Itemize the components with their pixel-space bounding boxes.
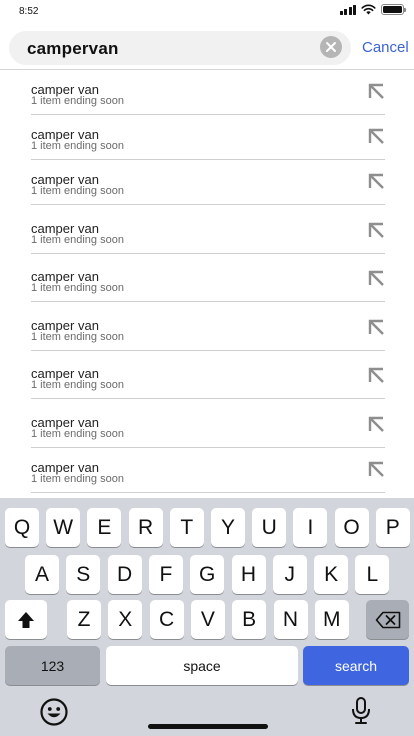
suggestion-list: camper van 1 item ending soon camper van 1 … xyxy=(0,70,414,498)
key-a[interactable]: A xyxy=(25,555,59,594)
shift-key[interactable] xyxy=(5,600,47,639)
status-time: 8:52 xyxy=(19,6,39,17)
key-z[interactable]: Z xyxy=(67,600,101,639)
battery-icon xyxy=(381,4,406,15)
fill-query-arrow-icon[interactable] xyxy=(367,415,385,433)
key-n[interactable]: N xyxy=(273,600,308,639)
key-e[interactable]: E xyxy=(87,508,122,547)
suggestion-subtitle: 1 item ending soon xyxy=(31,473,124,485)
suggestion-subtitle: 1 item ending soon xyxy=(31,379,124,391)
key-u[interactable]: U xyxy=(252,508,287,547)
key-k[interactable]: K xyxy=(314,555,349,594)
emoji-icon[interactable] xyxy=(40,698,68,726)
screen: 8:52 campervan Cancel camper van 1 item e… xyxy=(0,0,414,736)
key-d[interactable]: D xyxy=(107,555,142,594)
space-key[interactable]: space xyxy=(106,646,298,685)
key-c[interactable]: C xyxy=(149,600,184,639)
key-o[interactable]: O xyxy=(334,508,369,547)
key-v[interactable]: V xyxy=(190,600,225,639)
search-input[interactable]: campervan xyxy=(9,31,351,65)
numbers-key[interactable]: 123 xyxy=(5,646,100,685)
key-p[interactable]: P xyxy=(375,508,410,547)
fill-query-arrow-icon[interactable] xyxy=(367,127,385,145)
suggestion-item[interactable]: camper van 1 item ending soon xyxy=(31,269,385,302)
key-t[interactable]: T xyxy=(169,508,204,547)
suggestion-subtitle: 1 item ending soon xyxy=(31,140,124,152)
shift-icon xyxy=(18,611,34,628)
fill-query-arrow-icon[interactable] xyxy=(367,82,385,100)
backspace-icon xyxy=(375,611,400,628)
suggestion-item[interactable]: camper van 1 item ending soon xyxy=(31,221,385,254)
suggestion-item[interactable]: camper van 1 item ending soon xyxy=(31,82,385,115)
key-g[interactable]: G xyxy=(190,555,225,594)
wifi-icon xyxy=(361,4,376,15)
suggestion-item[interactable]: camper van 1 item ending soon xyxy=(31,172,385,205)
status-icons xyxy=(339,4,406,15)
key-q[interactable]: Q xyxy=(5,508,39,547)
clear-search-button[interactable] xyxy=(320,36,342,58)
key-m[interactable]: M xyxy=(314,600,349,639)
status-bar: 8:52 xyxy=(0,0,414,24)
key-h[interactable]: H xyxy=(231,555,266,594)
suggestion-item[interactable]: camper van 1 item ending soon xyxy=(31,415,385,448)
suggestion-item[interactable]: camper van 1 item ending soon xyxy=(31,318,385,351)
home-indicator xyxy=(148,724,268,729)
search-bar: campervan xyxy=(0,28,414,68)
cellular-signal-icon xyxy=(339,4,356,15)
cancel-button[interactable]: Cancel xyxy=(362,39,409,56)
suggestion-subtitle: 1 item ending soon xyxy=(31,331,124,343)
delete-key[interactable] xyxy=(366,600,409,639)
close-icon xyxy=(326,42,336,52)
fill-query-arrow-icon[interactable] xyxy=(367,460,385,478)
suggestion-subtitle: 1 item ending soon xyxy=(31,282,124,294)
key-s[interactable]: S xyxy=(66,555,101,594)
key-b[interactable]: B xyxy=(232,600,267,639)
suggestion-item[interactable]: camper van 1 item ending soon xyxy=(31,460,385,493)
suggestion-subtitle: 1 item ending soon xyxy=(31,95,124,107)
key-x[interactable]: X xyxy=(108,600,143,639)
key-i[interactable]: I xyxy=(293,508,328,547)
suggestion-item[interactable]: camper van 1 item ending soon xyxy=(31,127,385,160)
key-l[interactable]: L xyxy=(355,555,390,594)
fill-query-arrow-icon[interactable] xyxy=(367,366,385,384)
suggestion-subtitle: 1 item ending soon xyxy=(31,185,124,197)
fill-query-arrow-icon[interactable] xyxy=(367,221,385,239)
fill-query-arrow-icon[interactable] xyxy=(367,172,385,190)
microphone-icon[interactable] xyxy=(351,697,371,725)
keyboard: Q W E R T Y U I O P A S D F G H J K L Z X C V B N M 123 space search xyxy=(0,498,414,736)
search-query-text: campervan xyxy=(27,39,119,58)
suggestion-subtitle: 1 item ending soon xyxy=(31,234,124,246)
suggestion-item[interactable]: camper van 1 item ending soon xyxy=(31,366,385,399)
key-r[interactable]: R xyxy=(128,508,163,547)
key-f[interactable]: F xyxy=(148,555,183,594)
suggestion-subtitle: 1 item ending soon xyxy=(31,428,124,440)
key-w[interactable]: W xyxy=(46,508,81,547)
search-key[interactable]: search xyxy=(303,646,409,685)
fill-query-arrow-icon[interactable] xyxy=(367,269,385,287)
key-j[interactable]: J xyxy=(272,555,307,594)
fill-query-arrow-icon[interactable] xyxy=(367,318,385,336)
key-y[interactable]: Y xyxy=(211,508,245,547)
